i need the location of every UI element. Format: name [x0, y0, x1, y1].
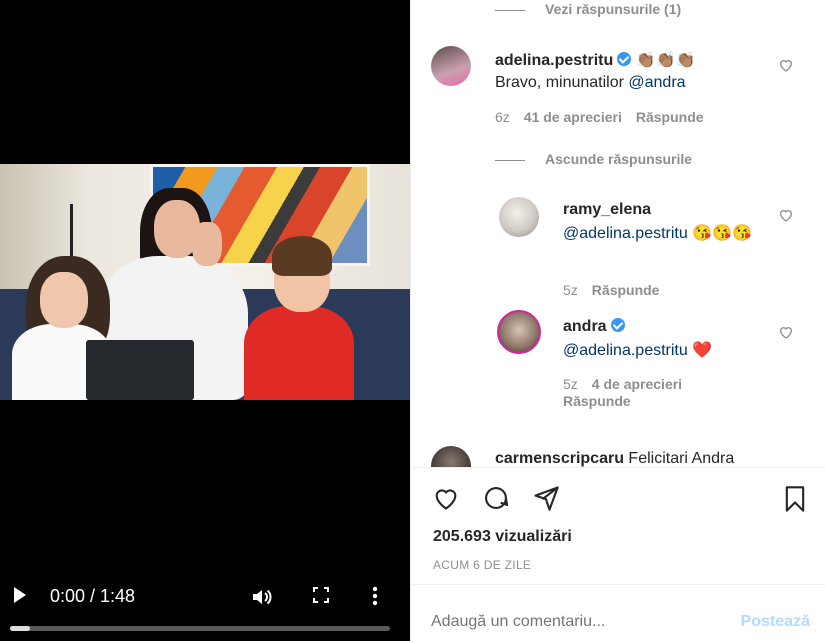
- likes-count[interactable]: 41 de aprecieri: [524, 109, 622, 125]
- comment-username[interactable]: ramy_elena: [563, 201, 763, 219]
- comment-icon[interactable]: [481, 484, 511, 517]
- avatar[interactable]: [499, 197, 539, 237]
- reply-link[interactable]: Răspunde: [592, 282, 660, 298]
- like-comment-icon[interactable]: [778, 57, 794, 73]
- comments-list[interactable]: Vezi răspunsurile (1) adelina.pestritu 👏…: [411, 0, 825, 467]
- progress-bar[interactable]: [10, 626, 390, 631]
- reply-comment: ramy_elena @adelina.pestritu 😘😘😘: [563, 201, 763, 245]
- comment-input[interactable]: [431, 613, 731, 631]
- verified-badge-icon: [617, 52, 632, 66]
- mention-link[interactable]: @adelina.pestritu: [563, 225, 688, 242]
- play-icon[interactable]: [14, 587, 26, 603]
- avatar[interactable]: [497, 310, 541, 354]
- share-icon[interactable]: [531, 484, 561, 517]
- view-replies-link[interactable]: Vezi răspunsurile (1): [495, 1, 681, 17]
- reply-link[interactable]: Răspunde: [636, 109, 704, 125]
- like-comment-icon[interactable]: [778, 324, 794, 340]
- mention-link[interactable]: @andra: [628, 74, 685, 91]
- views-count[interactable]: 205.693 vizualizări: [433, 528, 572, 546]
- like-comment-icon[interactable]: [778, 207, 794, 223]
- comment-emojis: 😘😘😘: [692, 225, 752, 242]
- avatar[interactable]: [431, 446, 471, 467]
- heart-emoji: ❤️: [692, 342, 713, 359]
- reply-comment: andra @adelina.pestritu ❤️: [563, 318, 763, 360]
- verified-badge-icon: [610, 318, 625, 332]
- video-controls: 0:00 / 1:48: [0, 578, 410, 618]
- comment-composer: Postează: [411, 584, 825, 643]
- save-bookmark-icon[interactable]: [781, 484, 809, 519]
- volume-icon[interactable]: [250, 586, 272, 613]
- more-options-icon[interactable]: [372, 586, 378, 611]
- time-display: 0:00 / 1:48: [50, 586, 136, 606]
- post-date: ACUM 6 DE ZILE: [433, 558, 532, 572]
- video-frame[interactable]: [0, 164, 410, 400]
- comment: adelina.pestritu 👏🏽👏🏽👏🏽 Bravo, minunatil…: [495, 52, 696, 91]
- likes-count[interactable]: 4 de aprecieri: [592, 376, 682, 392]
- like-icon[interactable]: [431, 484, 461, 517]
- comment-username[interactable]: adelina.pestritu: [495, 52, 613, 69]
- comment-meta: 5z 4 de aprecieri Răspunde: [563, 376, 683, 409]
- post-button[interactable]: Postează: [741, 613, 810, 631]
- mention-link[interactable]: @adelina.pestritu: [563, 342, 688, 359]
- comment: carmenscripcaru Felicitari Andra: [495, 450, 735, 467]
- comments-panel: Vezi răspunsurile (1) adelina.pestritu 👏…: [410, 0, 825, 641]
- avatar[interactable]: [431, 46, 471, 86]
- hide-replies-link[interactable]: Ascunde răspunsurile: [495, 151, 692, 167]
- reply-link[interactable]: Răspunde: [563, 393, 631, 409]
- comment-username[interactable]: andra: [563, 318, 607, 335]
- comment-meta: 6z 41 de aprecieri Răspunde: [495, 109, 704, 125]
- video-player[interactable]: 0:00 / 1:48: [0, 0, 410, 641]
- progress-fill: [10, 626, 30, 631]
- comment-meta: 5z Răspunde: [563, 282, 660, 298]
- comment-username[interactable]: carmenscripcaru: [495, 450, 624, 467]
- comment-emojis: 👏🏽👏🏽👏🏽: [635, 52, 696, 69]
- post-actions: 205.693 vizualizări ACUM 6 DE ZILE Poste…: [411, 467, 825, 643]
- gift-box: [86, 340, 194, 400]
- fullscreen-icon[interactable]: [312, 586, 330, 609]
